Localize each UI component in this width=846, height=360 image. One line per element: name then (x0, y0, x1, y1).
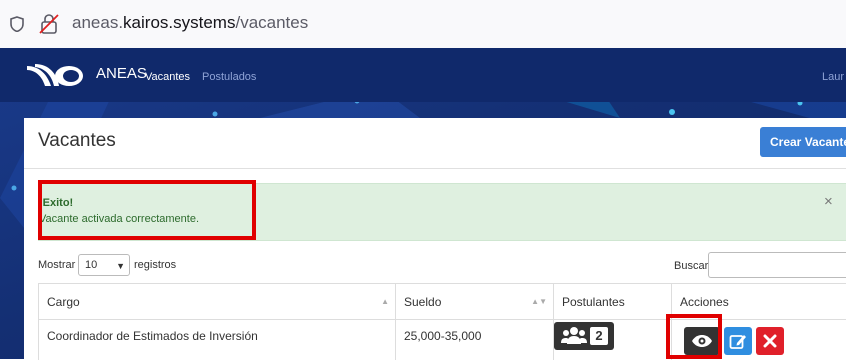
column-header-cargo[interactable]: Cargo ▲ (39, 284, 396, 320)
card-header: Vacantes Crear Vacante (24, 118, 846, 169)
url-path: /vacantes (235, 13, 309, 32)
search-label: Buscar (674, 260, 709, 272)
url-prefix: aneas. (72, 13, 124, 32)
header-label: Postulantes (562, 295, 625, 309)
url-host: kairos.systems (123, 13, 236, 32)
header-label: Sueldo (404, 295, 442, 309)
postulantes-badge[interactable]: 2 (554, 322, 614, 350)
aneas-logo-icon (27, 64, 83, 86)
postulantes-count: 2 (590, 327, 608, 345)
nav-link-postulados[interactable]: Postulados (202, 71, 256, 83)
nav-link-vacantes[interactable]: Vacantes (145, 71, 190, 83)
alert-highlight-box (38, 180, 256, 240)
lock-off-icon[interactable] (39, 13, 59, 35)
sort-icon: ▲ (381, 297, 389, 306)
delete-button[interactable] (756, 327, 784, 355)
edit-button[interactable] (724, 327, 752, 355)
sort-icon: ▲▼ (531, 297, 547, 306)
create-vacante-button[interactable]: Crear Vacante (760, 127, 846, 157)
column-header-sueldo[interactable]: Sueldo ▲▼ (396, 284, 554, 320)
delete-icon (763, 334, 777, 348)
cell-sueldo: 25,000-35,000 (396, 320, 554, 360)
cell-cargo: Coordinador de Estimados de Inversión (39, 320, 396, 360)
records-label: registros (134, 259, 177, 271)
column-header-postulantes: Postulantes (554, 284, 672, 320)
show-label: Mostrar (38, 259, 76, 271)
brand-name[interactable]: ANEAS (96, 65, 147, 82)
url-text[interactable]: aneas.kairos.systems/vacantes (72, 13, 308, 33)
page-size-value: 10 (85, 259, 98, 271)
view-button-highlight-box (666, 314, 722, 359)
users-icon (561, 327, 587, 344)
page-title: Vacantes (38, 130, 116, 151)
edit-icon (729, 335, 746, 349)
user-menu[interactable]: Laur (822, 71, 844, 83)
shield-icon (10, 16, 24, 32)
alert-close-button[interactable]: × (824, 193, 833, 210)
search-input[interactable] (708, 252, 846, 278)
page-size-select[interactable]: 10 ▼ (78, 254, 130, 276)
chevron-down-icon: ▼ (116, 261, 125, 271)
header-label: Cargo (47, 295, 80, 309)
header-label: Acciones (680, 295, 729, 309)
